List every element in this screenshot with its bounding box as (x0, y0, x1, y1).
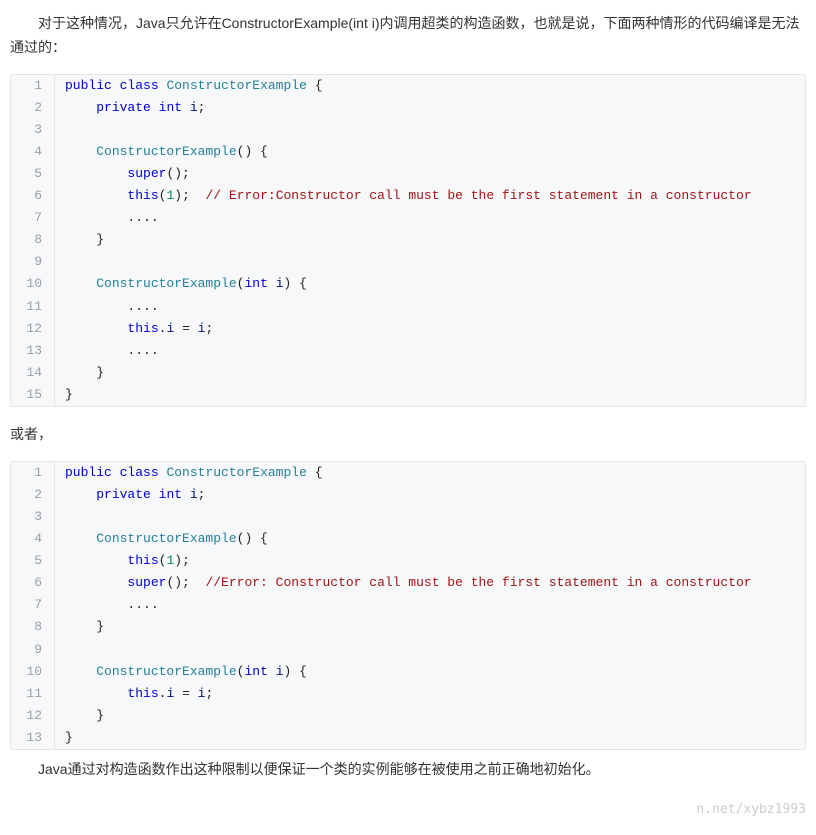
code-content: ConstructorExample() { (55, 528, 805, 550)
code-content: ConstructorExample(int i) { (55, 273, 805, 295)
code-content: super(); //Error: Constructor call must … (55, 572, 805, 594)
line-number: 8 (11, 229, 55, 251)
line-number: 14 (11, 362, 55, 384)
code-line: 10 ConstructorExample(int i) { (11, 273, 805, 295)
code-content: .... (55, 340, 805, 362)
line-number: 11 (11, 296, 55, 318)
code-line: 3 (11, 506, 805, 528)
code-line: 6 this(1); // Error:Constructor call mus… (11, 185, 805, 207)
line-number: 9 (11, 639, 55, 661)
paragraph-or: 或者， (10, 423, 806, 447)
code-line: 7 .... (11, 594, 805, 616)
code-line: 6 super(); //Error: Constructor call mus… (11, 572, 805, 594)
code-line: 5 super(); (11, 163, 805, 185)
line-number: 1 (11, 462, 55, 484)
code-line: 8 } (11, 229, 805, 251)
code-content: } (55, 229, 805, 251)
line-number: 9 (11, 251, 55, 273)
line-number: 4 (11, 528, 55, 550)
code-line: 1public class ConstructorExample { (11, 75, 805, 97)
code-line: 14 } (11, 362, 805, 384)
code-line: 4 ConstructorExample() { (11, 141, 805, 163)
code-content: } (55, 384, 805, 406)
code-line: 7 .... (11, 207, 805, 229)
line-number: 11 (11, 683, 55, 705)
line-number: 10 (11, 661, 55, 683)
line-number: 5 (11, 163, 55, 185)
line-number: 7 (11, 594, 55, 616)
code-content: super(); (55, 163, 805, 185)
paragraph-conclusion: Java通过对构造函数作出这种限制以便保证一个类的实例能够在被使用之前正确地初始… (10, 758, 806, 782)
code-line: 2 private int i; (11, 484, 805, 506)
line-number: 15 (11, 384, 55, 406)
line-number: 13 (11, 340, 55, 362)
line-number: 1 (11, 75, 55, 97)
code-content: private int i; (55, 484, 805, 506)
line-number: 5 (11, 550, 55, 572)
code-content: public class ConstructorExample { (55, 462, 805, 484)
code-line: 9 (11, 639, 805, 661)
code-content (55, 251, 805, 273)
line-number: 12 (11, 705, 55, 727)
code-line: 13} (11, 727, 805, 749)
code-line: 11 .... (11, 296, 805, 318)
line-number: 8 (11, 616, 55, 638)
code-content: ConstructorExample(int i) { (55, 661, 805, 683)
code-content: .... (55, 296, 805, 318)
code-content: this.i = i; (55, 683, 805, 705)
code-content: public class ConstructorExample { (55, 75, 805, 97)
line-number: 2 (11, 484, 55, 506)
watermark-text: n.net/xybz1993 (696, 799, 806, 821)
code-block-1: 1public class ConstructorExample {2 priv… (10, 74, 806, 407)
code-content: } (55, 362, 805, 384)
code-content (55, 506, 805, 528)
line-number: 6 (11, 572, 55, 594)
code-line: 1public class ConstructorExample { (11, 462, 805, 484)
code-line: 4 ConstructorExample() { (11, 528, 805, 550)
line-number: 13 (11, 727, 55, 749)
code-line: 12 } (11, 705, 805, 727)
line-number: 12 (11, 318, 55, 340)
code-line: 5 this(1); (11, 550, 805, 572)
code-line: 2 private int i; (11, 97, 805, 119)
line-number: 2 (11, 97, 55, 119)
code-line: 3 (11, 119, 805, 141)
line-number: 7 (11, 207, 55, 229)
code-line: 9 (11, 251, 805, 273)
line-number: 3 (11, 119, 55, 141)
code-content: .... (55, 594, 805, 616)
code-content: } (55, 705, 805, 727)
code-line: 10 ConstructorExample(int i) { (11, 661, 805, 683)
code-content: ConstructorExample() { (55, 141, 805, 163)
code-content: this(1); (55, 550, 805, 572)
code-line: 12 this.i = i; (11, 318, 805, 340)
code-line: 8 } (11, 616, 805, 638)
code-content (55, 119, 805, 141)
code-content: } (55, 727, 805, 749)
paragraph-intro: 对于这种情况，Java只允许在ConstructorExample(int i)… (10, 12, 806, 60)
code-line: 11 this.i = i; (11, 683, 805, 705)
line-number: 3 (11, 506, 55, 528)
code-line: 15} (11, 384, 805, 406)
code-content: } (55, 616, 805, 638)
code-content (55, 639, 805, 661)
code-content: this(1); // Error:Constructor call must … (55, 185, 805, 207)
code-content: private int i; (55, 97, 805, 119)
code-line: 13 .... (11, 340, 805, 362)
line-number: 4 (11, 141, 55, 163)
code-content: .... (55, 207, 805, 229)
code-content: this.i = i; (55, 318, 805, 340)
line-number: 10 (11, 273, 55, 295)
code-block-2: 1public class ConstructorExample {2 priv… (10, 461, 806, 750)
line-number: 6 (11, 185, 55, 207)
